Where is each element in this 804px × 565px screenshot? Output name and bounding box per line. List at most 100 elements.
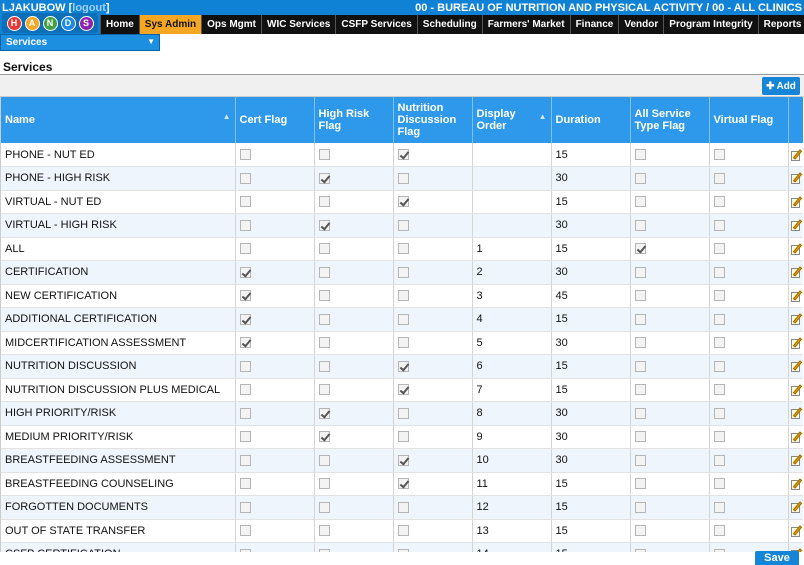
cert-checkbox[interactable] xyxy=(239,313,251,325)
table-row[interactable]: PHONE - HIGH RISK 30 xyxy=(1,166,803,191)
table-row[interactable]: ALL 1 15 xyxy=(1,237,803,261)
cert-checkbox[interactable] xyxy=(239,525,251,537)
all-service-checkbox[interactable] xyxy=(634,243,646,255)
nutrition-checkbox[interactable] xyxy=(397,243,409,255)
table-row[interactable]: CSFP CERTIFICATION 1415 xyxy=(1,542,803,552)
edit-icon[interactable] xyxy=(790,454,803,467)
column-header[interactable] xyxy=(788,97,803,143)
virtual-checkbox[interactable] xyxy=(713,360,725,372)
cert-checkbox[interactable] xyxy=(239,337,251,349)
all-service-checkbox[interactable] xyxy=(634,431,646,443)
column-header[interactable]: High Risk Flag xyxy=(314,97,394,143)
all-service-checkbox[interactable] xyxy=(634,290,646,302)
column-header[interactable]: All Service Type Flag xyxy=(630,97,710,143)
edit-icon[interactable] xyxy=(790,172,803,185)
all-service-checkbox[interactable] xyxy=(634,337,646,349)
sort-icon[interactable]: ▲ xyxy=(539,113,547,121)
nutrition-checkbox[interactable] xyxy=(397,290,409,302)
cert-checkbox[interactable] xyxy=(239,243,251,255)
nav-item-ops-mgmt[interactable]: Ops Mgmt xyxy=(201,15,261,34)
high-risk-checkbox[interactable] xyxy=(318,243,330,255)
high-risk-checkbox[interactable] xyxy=(318,313,330,325)
cert-checkbox[interactable] xyxy=(239,548,251,552)
table-row[interactable]: PHONE - NUT ED 15 xyxy=(1,143,803,167)
high-risk-checkbox[interactable] xyxy=(318,454,330,466)
nutrition-checkbox[interactable] xyxy=(397,313,409,325)
all-service-checkbox[interactable] xyxy=(634,478,646,490)
nutrition-checkbox[interactable] xyxy=(397,266,409,278)
virtual-checkbox[interactable] xyxy=(713,219,725,231)
virtual-checkbox[interactable] xyxy=(713,337,725,349)
virtual-checkbox[interactable] xyxy=(713,172,725,184)
cert-checkbox[interactable] xyxy=(239,196,251,208)
table-row[interactable]: BREASTFEEDING ASSESSMENT 10 30 xyxy=(1,448,803,473)
high-risk-checkbox[interactable] xyxy=(318,525,330,537)
nutrition-checkbox[interactable] xyxy=(397,196,409,208)
all-service-checkbox[interactable] xyxy=(634,172,646,184)
nav-item-csfp-services[interactable]: CSFP Services xyxy=(335,15,416,34)
save-button[interactable]: Save xyxy=(755,551,799,565)
cert-checkbox[interactable] xyxy=(239,149,251,161)
high-risk-checkbox[interactable] xyxy=(318,172,330,184)
sort-icon[interactable]: ▲ xyxy=(223,113,231,121)
all-service-checkbox[interactable] xyxy=(634,313,646,325)
all-service-checkbox[interactable] xyxy=(634,548,646,552)
nutrition-checkbox[interactable] xyxy=(397,337,409,349)
cert-checkbox[interactable] xyxy=(239,360,251,372)
table-row[interactable]: NEW CERTIFICATION 3 45 xyxy=(1,284,803,308)
high-risk-checkbox[interactable] xyxy=(318,266,330,278)
nav-item-sys-admin[interactable]: Sys Admin xyxy=(138,15,202,34)
column-header[interactable]: Virtual Flag xyxy=(709,97,789,143)
high-risk-checkbox[interactable] xyxy=(318,431,330,443)
virtual-checkbox[interactable] xyxy=(713,290,725,302)
cert-checkbox[interactable] xyxy=(239,266,251,278)
all-service-checkbox[interactable] xyxy=(634,525,646,537)
nutrition-checkbox[interactable] xyxy=(397,431,409,443)
high-risk-checkbox[interactable] xyxy=(318,337,330,349)
high-risk-checkbox[interactable] xyxy=(318,407,330,419)
table-row[interactable]: BREASTFEEDING COUNSELING 11 15 xyxy=(1,472,803,496)
edit-icon[interactable] xyxy=(790,478,803,490)
nutrition-checkbox[interactable] xyxy=(397,360,409,372)
virtual-checkbox[interactable] xyxy=(713,243,725,255)
nav-item-vendor[interactable]: Vendor xyxy=(618,15,663,34)
edit-icon[interactable] xyxy=(790,219,803,232)
edit-icon[interactable] xyxy=(790,196,803,208)
cert-checkbox[interactable] xyxy=(239,478,251,490)
edit-icon[interactable] xyxy=(790,290,803,302)
edit-icon[interactable] xyxy=(790,501,803,514)
all-service-checkbox[interactable] xyxy=(634,266,646,278)
table-row[interactable]: NUTRITION DISCUSSION PLUS MEDICAL 7 15 xyxy=(1,378,803,402)
high-risk-checkbox[interactable] xyxy=(318,219,330,231)
virtual-checkbox[interactable] xyxy=(713,266,725,278)
virtual-checkbox[interactable] xyxy=(713,431,725,443)
edit-icon[interactable] xyxy=(790,148,803,161)
cert-checkbox[interactable] xyxy=(239,407,251,419)
edit-icon[interactable] xyxy=(790,313,803,326)
cert-checkbox[interactable] xyxy=(239,454,251,466)
high-risk-checkbox[interactable] xyxy=(318,384,330,396)
nutrition-checkbox[interactable] xyxy=(397,219,409,231)
nutrition-checkbox[interactable] xyxy=(397,384,409,396)
cert-checkbox[interactable] xyxy=(239,219,251,231)
add-button[interactable]: ✚ Add xyxy=(762,77,800,95)
edit-icon[interactable] xyxy=(790,337,803,349)
nav-item-scheduling[interactable]: Scheduling xyxy=(416,15,482,34)
high-risk-checkbox[interactable] xyxy=(318,196,330,208)
all-service-checkbox[interactable] xyxy=(634,454,646,466)
virtual-checkbox[interactable] xyxy=(713,384,725,396)
column-header[interactable]: Name ▲ xyxy=(1,97,236,143)
high-risk-checkbox[interactable] xyxy=(318,290,330,302)
high-risk-checkbox[interactable] xyxy=(318,360,330,372)
virtual-checkbox[interactable] xyxy=(713,525,725,537)
nav-item-wic-services[interactable]: WIC Services xyxy=(261,15,335,34)
submenu-dropdown[interactable]: Services ▼ xyxy=(0,34,160,51)
high-risk-checkbox[interactable] xyxy=(318,478,330,490)
nav-item-program-integrity[interactable]: Program Integrity xyxy=(663,15,757,34)
column-header[interactable]: Nutrition Discussion Flag xyxy=(393,97,473,143)
table-row[interactable]: ADDITIONAL CERTIFICATION 4 15 xyxy=(1,307,803,332)
nav-item-finance[interactable]: Finance xyxy=(569,15,619,34)
cert-checkbox[interactable] xyxy=(239,384,251,396)
virtual-checkbox[interactable] xyxy=(713,478,725,490)
nutrition-checkbox[interactable] xyxy=(397,407,409,419)
